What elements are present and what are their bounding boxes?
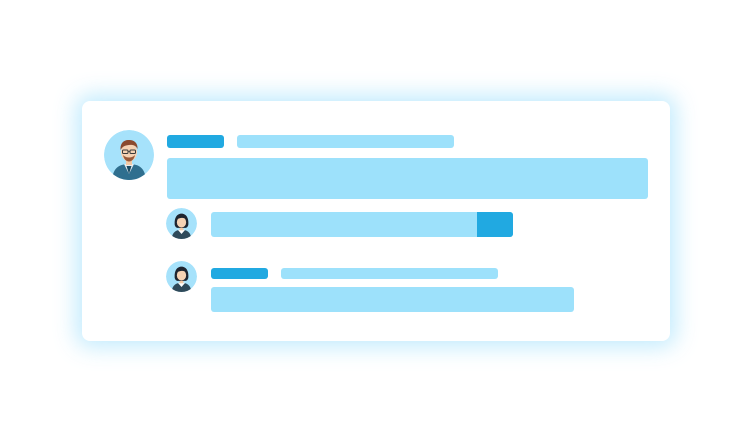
comment-author-avatar[interactable] [104,130,154,180]
reply-composer-avatar [166,208,197,239]
reply-author-name[interactable] [211,268,268,279]
reply-meta [281,268,498,279]
reply-input[interactable] [211,212,513,237]
send-button-icon[interactable] [477,212,513,237]
comment-body [167,158,648,199]
comment-card [82,101,670,341]
reply-author-avatar[interactable] [166,261,197,292]
woman-avatar-icon [166,261,197,292]
comment-author-name[interactable] [167,135,224,148]
page-canvas [0,0,752,442]
reply-body [211,287,574,312]
woman-avatar-icon [166,208,197,239]
comment-meta [237,135,454,148]
man-with-glasses-avatar-icon [104,130,154,180]
